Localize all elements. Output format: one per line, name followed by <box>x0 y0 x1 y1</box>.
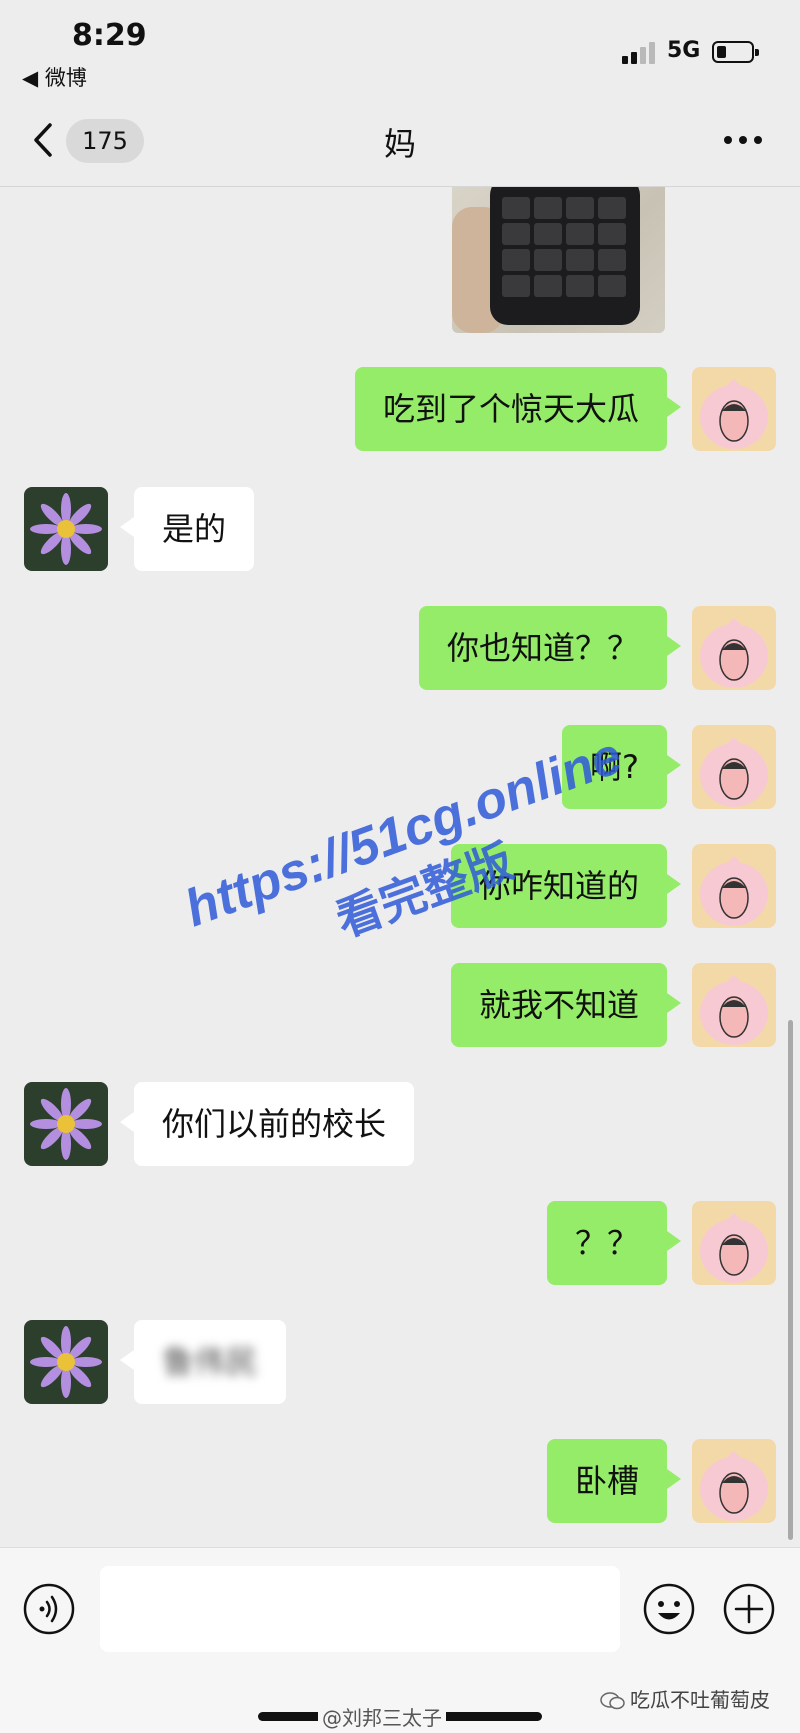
peach-avatar-icon <box>692 1439 776 1523</box>
peach-avatar-icon <box>692 1201 776 1285</box>
input-bar: 吃瓜不吐葡萄皮 @刘邦三太子 <box>0 1547 800 1733</box>
flower-avatar-icon <box>24 1082 108 1166</box>
peach-avatar-icon <box>692 963 776 1047</box>
contact-avatar[interactable] <box>24 1320 108 1404</box>
battery-icon <box>712 41 759 63</box>
wechat-logo-icon <box>600 1691 626 1711</box>
message-bubble-incoming[interactable]: 是的 <box>119 487 255 571</box>
voice-button[interactable] <box>22 1582 76 1636</box>
my-avatar[interactable] <box>692 725 776 809</box>
voice-icon <box>23 1583 75 1635</box>
wechat-credit-text: 吃瓜不吐葡萄皮 <box>630 1688 770 1712</box>
emoji-button[interactable] <box>642 1582 696 1636</box>
message-bubble-incoming[interactable]: 鲁伟民 <box>119 1320 287 1404</box>
weibo-credit: @刘邦三太子 <box>318 1702 446 1731</box>
more-button[interactable] <box>720 125 766 155</box>
my-avatar[interactable] <box>692 606 776 690</box>
status-time: 8:29 <box>72 18 147 53</box>
back-to-weibo-link[interactable]: ◀ 微博 <box>22 62 87 92</box>
unread-count-badge[interactable]: 175 <box>66 119 144 163</box>
peach-avatar-icon <box>692 844 776 928</box>
peach-avatar-icon <box>692 725 776 809</box>
status-bar: 8:29 ◀ 微博 5G <box>0 0 800 95</box>
more-dots-icon <box>724 136 762 144</box>
message-bubble-outgoing[interactable]: 你也知道？？ <box>418 606 682 690</box>
blurred-name-text: 鲁伟民 <box>162 1343 259 1381</box>
wechat-credit: 吃瓜不吐葡萄皮 <box>600 1684 770 1713</box>
message-input[interactable] <box>100 1566 620 1652</box>
peach-avatar-icon <box>692 606 776 690</box>
contact-avatar[interactable] <box>24 487 108 571</box>
chat-scrollbar[interactable] <box>788 1020 793 1540</box>
my-avatar[interactable] <box>692 1439 776 1523</box>
contact-avatar[interactable] <box>24 1082 108 1166</box>
message-bubble-outgoing[interactable]: 就我不知道 <box>450 963 682 1047</box>
chat-title: 妈 <box>383 125 416 163</box>
emoji-icon <box>643 1583 695 1635</box>
shared-image-message[interactable] <box>452 187 665 333</box>
chat-header: 175 妈 <box>0 95 800 187</box>
my-avatar[interactable] <box>692 963 776 1047</box>
message-bubble-incoming[interactable]: 你们以前的校长 <box>119 1082 415 1166</box>
back-button[interactable] <box>28 119 58 161</box>
my-avatar[interactable] <box>692 844 776 928</box>
signal-icon <box>622 42 656 64</box>
my-avatar[interactable] <box>692 1201 776 1285</box>
message-bubble-outgoing[interactable]: ？？ <box>546 1201 682 1285</box>
message-bubble-outgoing[interactable]: 吃到了个惊天大瓜 <box>354 367 682 451</box>
peach-avatar-icon <box>692 367 776 451</box>
message-bubble-outgoing[interactable]: 卧槽 <box>546 1439 682 1523</box>
network-type: 5G <box>667 38 701 63</box>
flower-avatar-icon <box>24 487 108 571</box>
flower-avatar-icon <box>24 1320 108 1404</box>
my-avatar[interactable] <box>692 367 776 451</box>
keyboard-screenshot <box>502 197 626 297</box>
chevron-left-icon <box>34 123 52 157</box>
plus-icon <box>723 1583 775 1635</box>
more-functions-button[interactable] <box>722 1582 776 1636</box>
